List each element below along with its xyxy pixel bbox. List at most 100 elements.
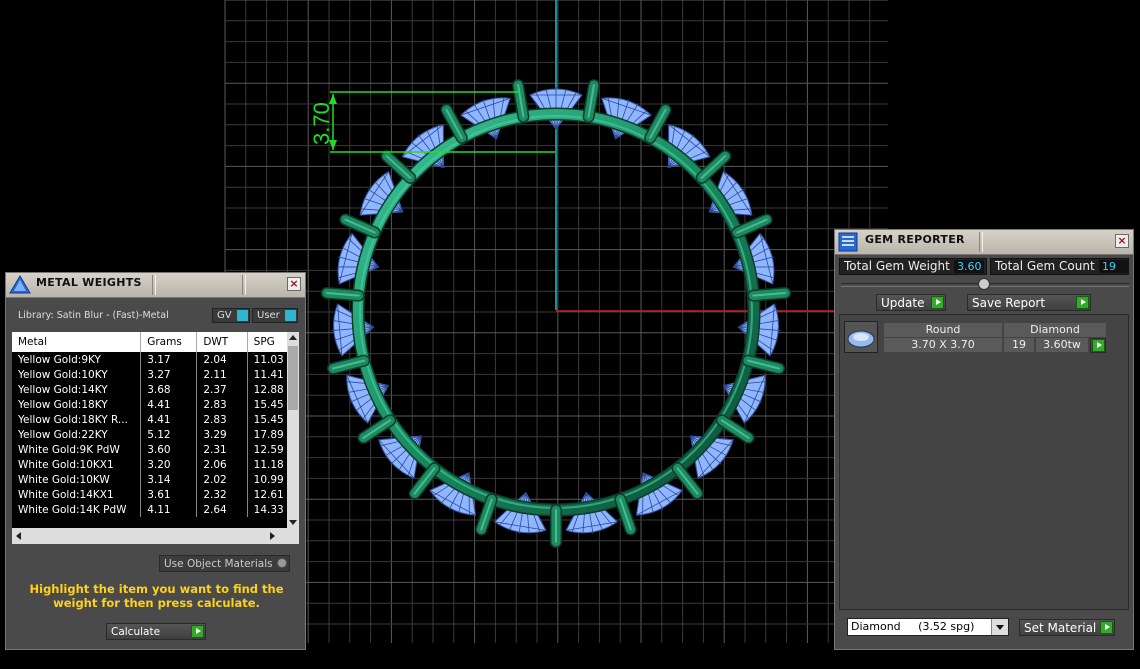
table-cell: 2.83 — [196, 397, 248, 412]
splitter-handle-icon[interactable] — [978, 278, 990, 290]
total-gem-count-label: Total Gem Count — [995, 259, 1095, 273]
gem-list-item[interactable]: Round Diamond 3.70 X 3.70 19 3.60tw — [844, 321, 1106, 355]
gem-reporter-close-button[interactable]: × — [1115, 234, 1129, 248]
table-row[interactable]: White Gold:10KX1 3.20 2.06 11.18 — [12, 457, 299, 472]
column-header[interactable]: Metal — [12, 332, 142, 352]
gv-toggle[interactable]: GV — [212, 308, 250, 323]
chevron-down-icon[interactable] — [991, 619, 1008, 635]
table-cell: White Gold:14K PdW — [12, 502, 142, 517]
radio-icon — [277, 558, 287, 568]
set-material-button[interactable]: Set Material — [1019, 619, 1115, 636]
table-cell: 2.02 — [196, 472, 248, 487]
metal-weights-app-icon — [9, 275, 31, 294]
table-cell: 2.64 — [196, 502, 248, 517]
user-label: User — [257, 310, 280, 321]
table-cell: Yellow Gold:18KY — [12, 397, 142, 412]
total-gem-weight-readout: Total Gem Weight 3.60 — [839, 258, 987, 275]
table-cell: 5.12 — [140, 427, 198, 442]
table-header: Metal Grams DWT SPG — [12, 332, 299, 352]
metal-weights-panel: METAL WEIGHTS × Library: Satin Blur - (F… — [5, 272, 306, 650]
gem-reporter-app-icon — [838, 232, 858, 252]
metal-table[interactable]: Metal Grams DWT SPG Yellow Gold:9KY 3.17 2.04… — [12, 332, 299, 544]
table-cell: 3.61 — [140, 487, 198, 502]
table-cell: 3.20 — [140, 457, 198, 472]
material-select[interactable]: Diamond (3.52 spg) — [847, 618, 1009, 636]
material-select-value: Diamond (3.52 spg) — [851, 620, 975, 633]
gv-label: GV — [217, 310, 232, 321]
use-object-materials-button[interactable]: Use Object Materials — [159, 555, 290, 572]
table-row[interactable]: Yellow Gold:14KY 3.68 2.37 12.88 — [12, 382, 299, 397]
round-diamond-icon — [844, 321, 878, 353]
table-cell: 3.60 — [140, 442, 198, 457]
table-cell: White Gold:9K PdW — [12, 442, 142, 457]
play-icon — [191, 625, 204, 638]
gem-weight: 3.60tw — [1036, 338, 1088, 352]
table-cell: Yellow Gold:10KY — [12, 367, 142, 382]
gem-reporter-titlebar[interactable]: GEM REPORTER × — [835, 230, 1133, 255]
table-cell: 2.11 — [196, 367, 248, 382]
table-cell: 2.04 — [196, 352, 248, 367]
play-icon — [1076, 296, 1089, 309]
scroll-down-icon[interactable] — [289, 520, 297, 525]
total-gem-count-value: 19 — [1099, 260, 1129, 273]
gem-list: Round Diamond 3.70 X 3.70 19 3.60tw — [839, 314, 1129, 610]
column-header[interactable]: Grams — [140, 332, 198, 352]
table-row[interactable]: White Gold:14K PdW 4.11 2.64 14.33 — [12, 502, 299, 517]
gem-count: 19 — [1004, 338, 1034, 352]
title-separator — [242, 275, 246, 295]
calculate-button[interactable]: Calculate — [106, 623, 206, 640]
table-row[interactable]: Yellow Gold:10KY 3.27 2.11 11.41 — [12, 367, 299, 382]
table-cell: 2.37 — [196, 382, 248, 397]
table-cell: Yellow Gold:22KY — [12, 427, 142, 442]
table-row[interactable]: Yellow Gold:22KY 5.12 3.29 17.89 — [12, 427, 299, 442]
table-row[interactable]: White Gold:10KW 3.14 2.02 10.99 — [12, 472, 299, 487]
scroll-up-icon[interactable] — [289, 335, 297, 340]
table-cell: 2.83 — [196, 412, 248, 427]
save-report-label: Save Report — [972, 296, 1046, 310]
scroll-right-icon[interactable] — [270, 532, 275, 540]
update-label: Update — [881, 296, 925, 310]
gem-reporter-title: GEM REPORTER — [865, 233, 965, 246]
table-cell: 3.29 — [196, 427, 248, 442]
calculate-label: Calculate — [111, 626, 161, 638]
table-cell: 3.14 — [140, 472, 198, 487]
gv-indicator-icon — [237, 310, 248, 321]
table-cell: 3.68 — [140, 382, 198, 397]
gem-material: Diamond — [1004, 323, 1106, 337]
use-object-materials-label: Use Object Materials — [164, 558, 273, 570]
column-header[interactable]: DWT — [196, 332, 248, 352]
gem-shape: Round — [884, 323, 1002, 337]
vertical-scrollbar[interactable] — [287, 332, 299, 528]
total-gem-count-readout: Total Gem Count 19 — [990, 258, 1129, 275]
horizontal-scrollbar[interactable] — [12, 528, 299, 544]
title-separator — [979, 232, 983, 252]
table-row[interactable]: White Gold:14KX1 3.61 2.32 12.61 — [12, 487, 299, 502]
table-row[interactable]: Yellow Gold:18KY 4.41 2.83 15.45 — [12, 397, 299, 412]
scroll-thumb[interactable] — [288, 346, 298, 410]
play-icon — [1100, 621, 1113, 634]
update-button[interactable]: Update — [876, 294, 946, 311]
metal-weights-close-button[interactable]: × — [287, 277, 301, 291]
gem-reporter-panel: GEM REPORTER × Total Gem Weight 3.60 Tot… — [834, 229, 1134, 650]
table-row[interactable]: Yellow Gold:9KY 3.17 2.04 11.03 — [12, 352, 299, 367]
metal-weights-titlebar[interactable]: METAL WEIGHTS × — [6, 273, 305, 298]
table-cell: White Gold:10KX1 — [12, 457, 142, 472]
user-toggle[interactable]: User — [252, 308, 298, 323]
gem-details-button[interactable] — [1090, 338, 1106, 353]
user-indicator-icon — [285, 310, 296, 321]
table-cell: Yellow Gold:9KY — [12, 352, 142, 367]
calculate-hint: Highlight the item you want to find the … — [29, 582, 284, 610]
table-cell: 4.41 — [140, 397, 198, 412]
metal-weights-table[interactable]: Metal Grams DWT SPG Yellow Gold:9KY 3.17 2.04… — [12, 332, 299, 517]
table-cell: Yellow Gold:14KY — [12, 382, 142, 397]
total-gem-weight-label: Total Gem Weight — [844, 259, 950, 273]
table-cell: Yellow Gold:18KY R... — [12, 412, 142, 427]
save-report-button[interactable]: Save Report — [967, 294, 1091, 311]
scroll-left-icon[interactable] — [16, 532, 21, 540]
table-row[interactable]: White Gold:9K PdW 3.60 2.31 12.59 — [12, 442, 299, 457]
set-material-label: Set Material — [1024, 621, 1097, 635]
table-cell: 2.32 — [196, 487, 248, 502]
table-cell: White Gold:14KX1 — [12, 487, 142, 502]
gem-size: 3.70 X 3.70 — [884, 338, 1002, 352]
table-row[interactable]: Yellow Gold:18KY R... 4.41 2.83 15.45 — [12, 412, 299, 427]
